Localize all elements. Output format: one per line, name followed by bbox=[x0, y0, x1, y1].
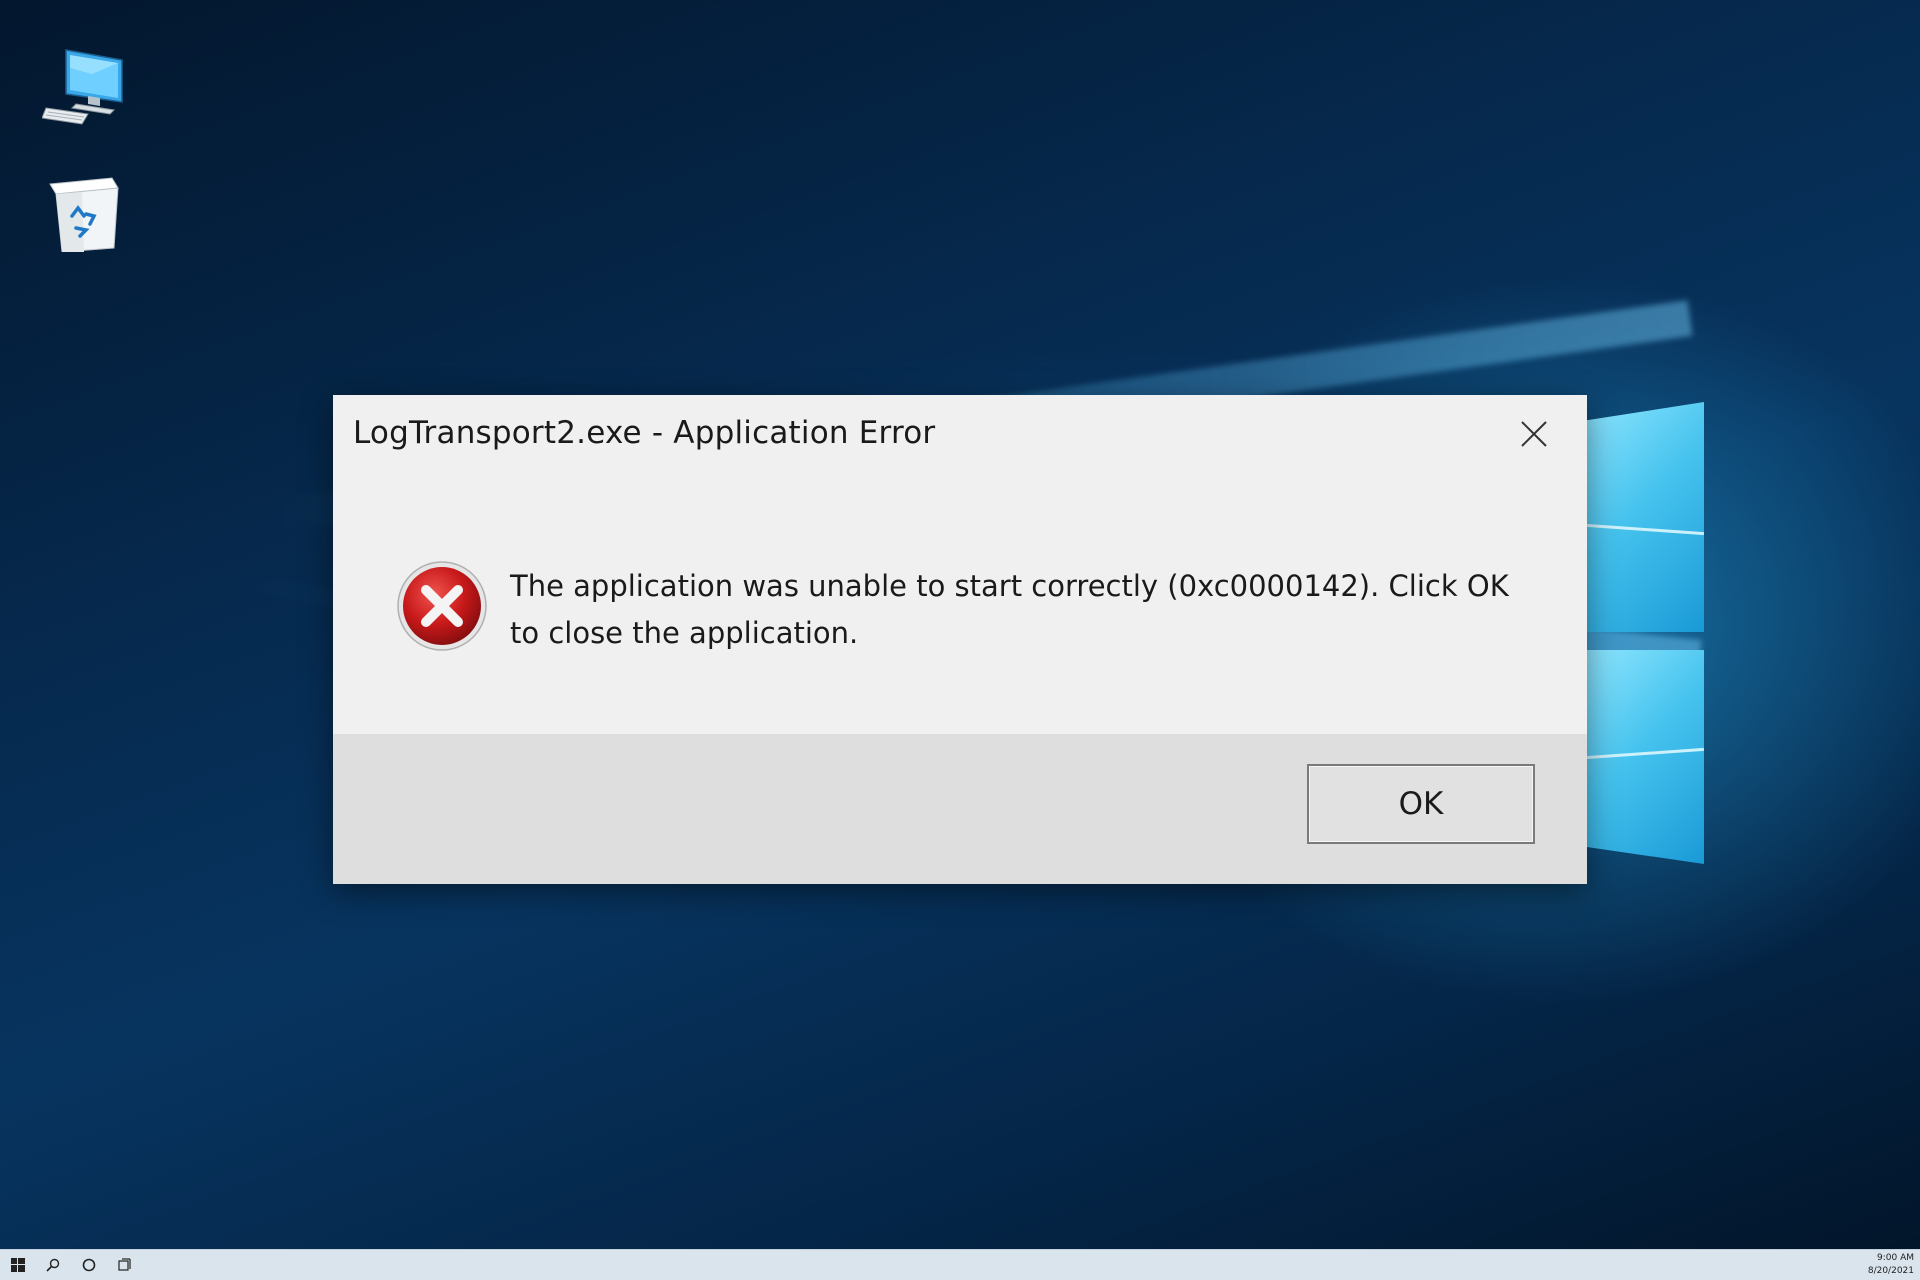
search-icon[interactable] bbox=[43, 1255, 63, 1275]
clock-time: 9:00 AM bbox=[1877, 1253, 1914, 1263]
ok-button[interactable]: OK bbox=[1307, 764, 1535, 844]
application-error-dialog: LogTransport2.exe - Application Error Th… bbox=[333, 395, 1587, 884]
close-button[interactable] bbox=[1511, 411, 1557, 457]
start-icon[interactable] bbox=[8, 1255, 28, 1275]
taskbar: 9:00 AM 8/20/2021 bbox=[0, 1249, 1920, 1280]
task-view-icon[interactable] bbox=[115, 1255, 135, 1275]
cortana-icon[interactable] bbox=[79, 1255, 99, 1275]
tray-clock[interactable]: 9:00 AM 8/20/2021 bbox=[1868, 1252, 1914, 1278]
recycle-bin-icon[interactable] bbox=[42, 168, 126, 253]
dialog-footer: OK bbox=[333, 734, 1587, 884]
this-pc-icon[interactable] bbox=[41, 44, 126, 128]
clock-date: 8/20/2021 bbox=[1867, 1266, 1914, 1276]
error-icon bbox=[395, 559, 489, 653]
dialog-title: LogTransport2.exe - Application Error bbox=[353, 415, 936, 451]
windows-logo-pane-top bbox=[1586, 402, 1704, 632]
close-icon bbox=[1521, 421, 1547, 447]
error-message: The application was unable to start corr… bbox=[510, 569, 1509, 650]
